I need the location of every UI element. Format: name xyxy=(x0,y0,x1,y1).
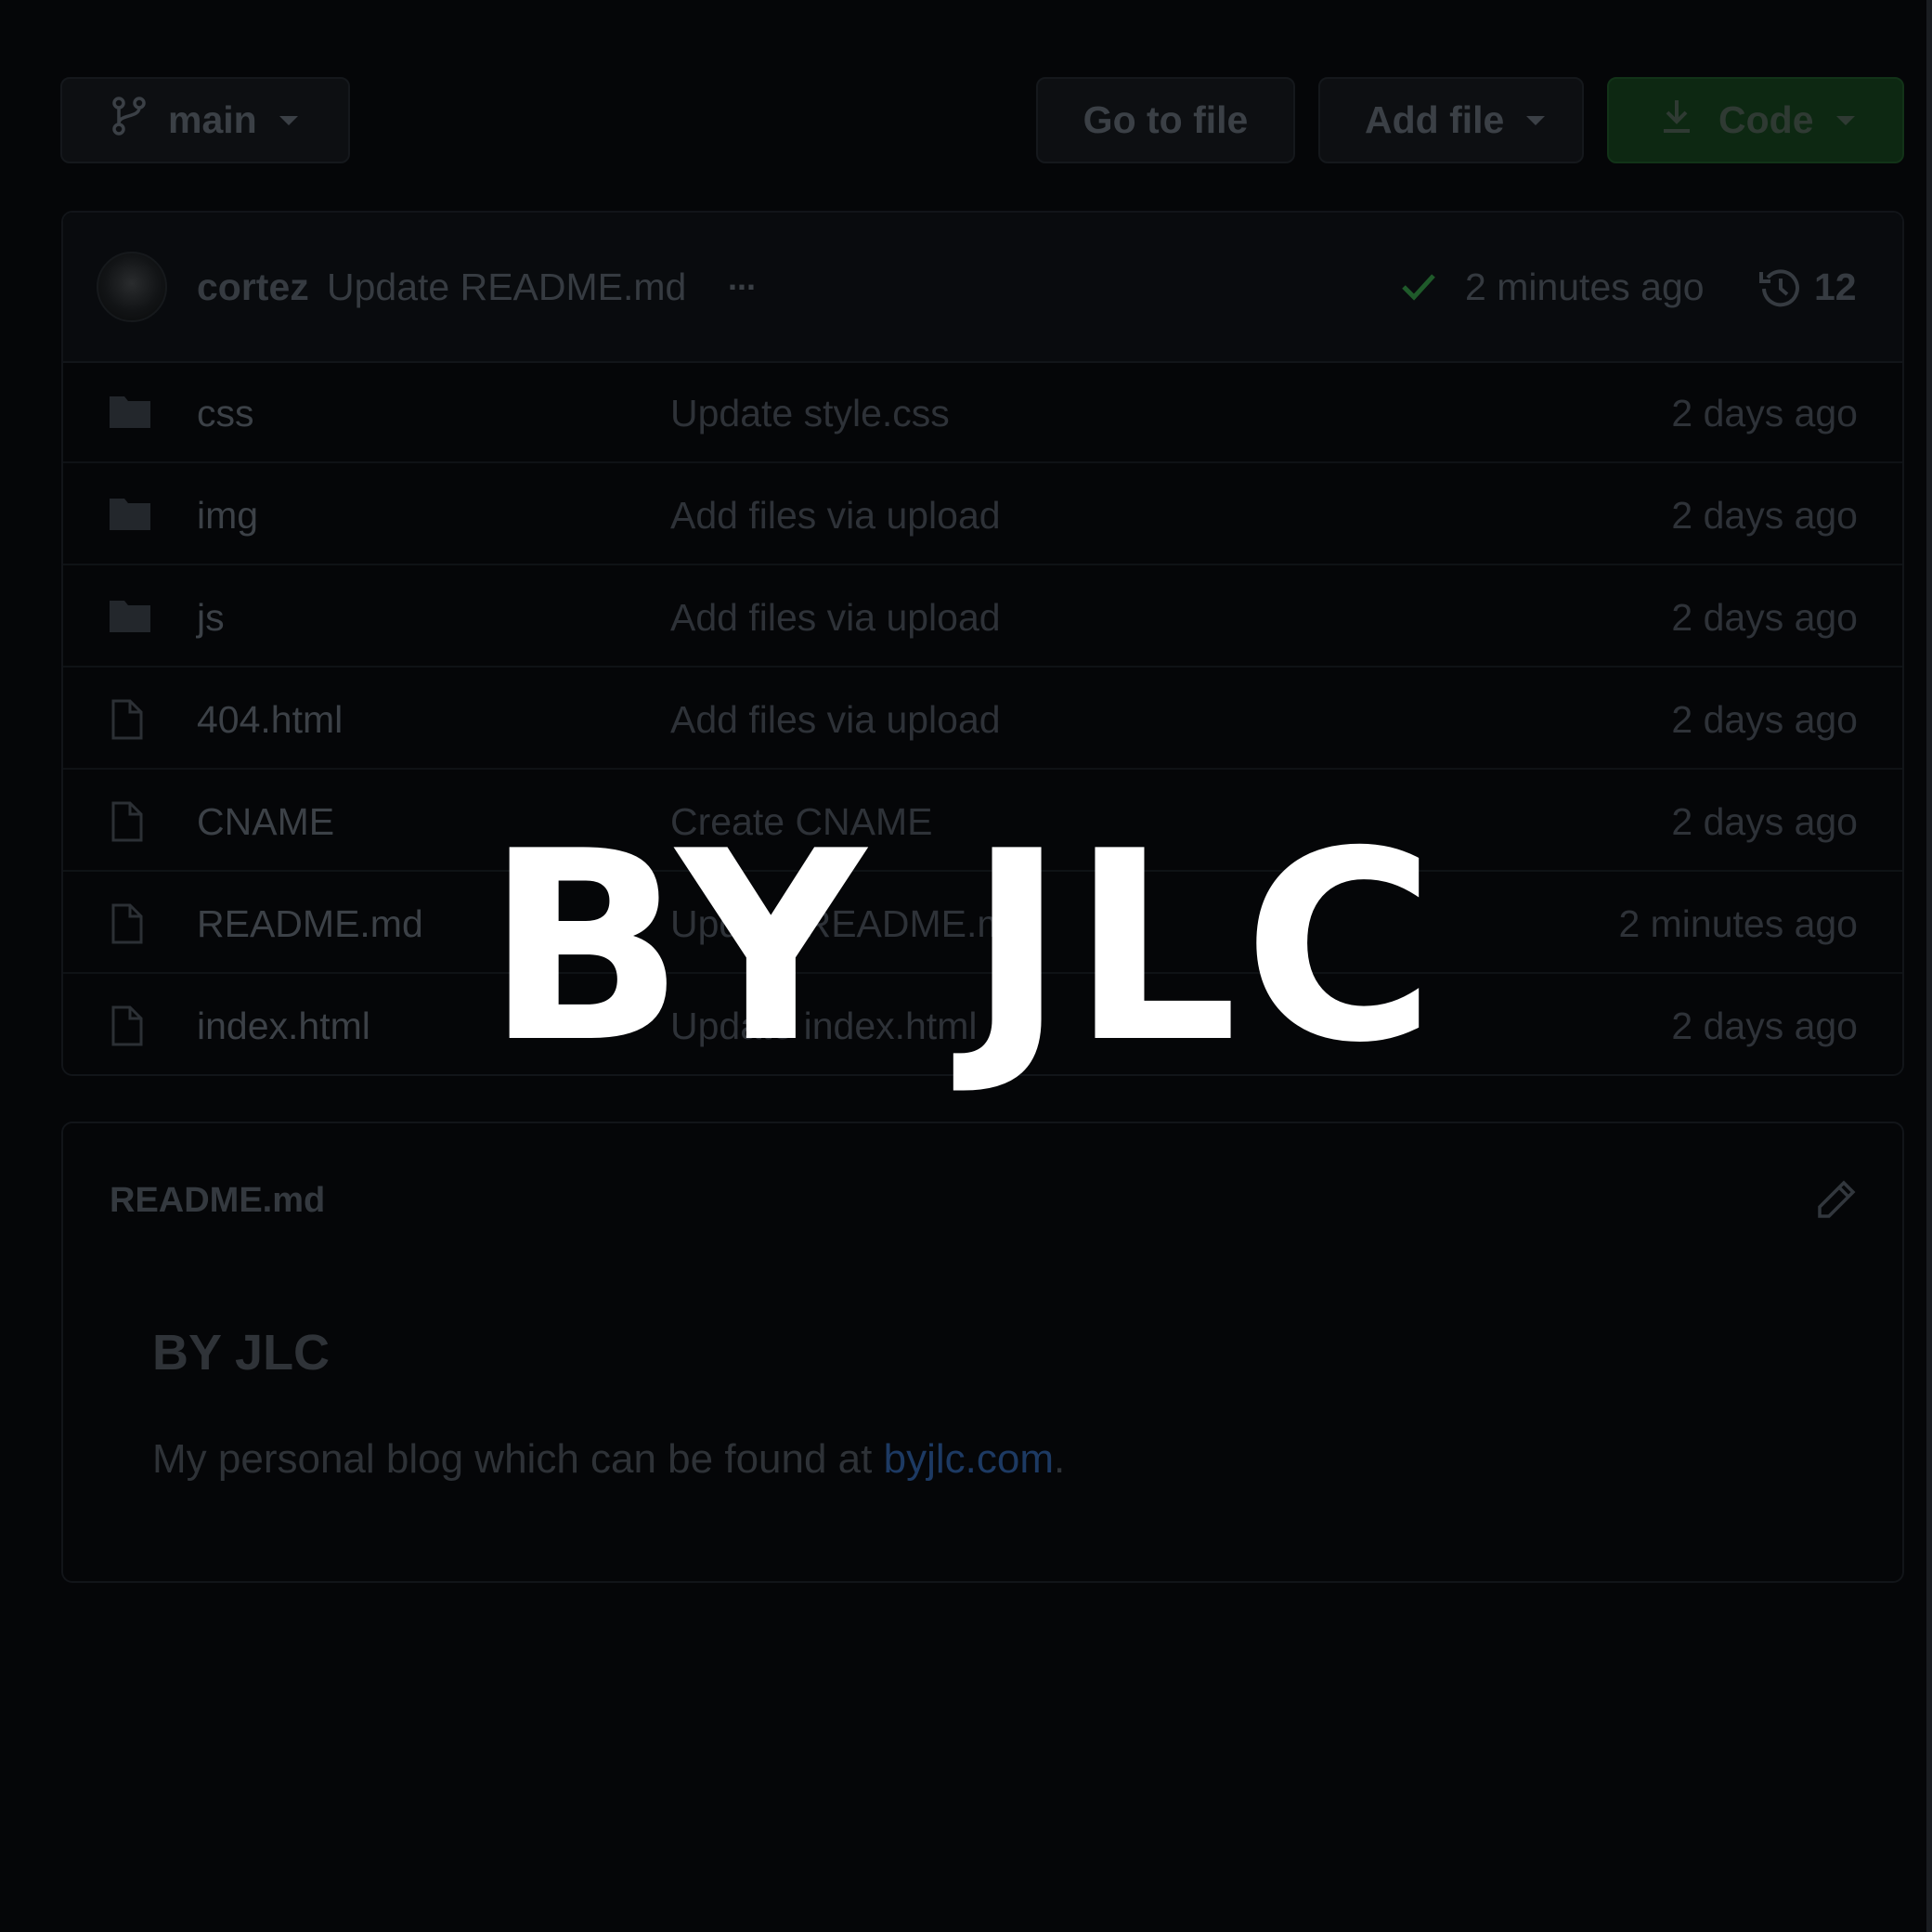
history-icon[interactable] xyxy=(1758,266,1803,314)
branch-selector-button[interactable]: main xyxy=(60,77,350,163)
file-icon xyxy=(108,699,145,745)
file-icon xyxy=(108,903,145,949)
file-commit-message[interactable]: Update README.md xyxy=(670,902,1030,946)
file-time: 2 days ago xyxy=(1671,698,1858,741)
table-row[interactable]: img Add files via upload 2 days ago xyxy=(63,463,1902,565)
download-icon xyxy=(1661,97,1692,144)
go-to-file-label: Go to file xyxy=(1083,98,1249,141)
table-row[interactable]: README.md Update README.md 2 minutes ago xyxy=(63,872,1902,974)
code-label: Code xyxy=(1718,98,1814,141)
code-button[interactable]: Code xyxy=(1607,77,1904,163)
chevron-down-icon xyxy=(1526,115,1546,125)
readme-link[interactable]: byjlc.com xyxy=(884,1436,1054,1482)
readme-heading: BY JLC xyxy=(152,1325,331,1381)
file-name[interactable]: img xyxy=(197,494,258,538)
file-list: cortez Update README.md ... 2 minutes ag… xyxy=(61,211,1904,1076)
file-time: 2 days ago xyxy=(1671,800,1858,843)
file-icon xyxy=(108,1005,145,1051)
file-commit-message[interactable]: Add files via upload xyxy=(670,698,1001,742)
table-row[interactable]: js Add files via upload 2 days ago xyxy=(63,565,1902,668)
window-edge xyxy=(1926,0,1932,1932)
chevron-down-icon xyxy=(1835,115,1855,125)
folder-icon xyxy=(108,495,152,537)
file-name[interactable]: js xyxy=(197,596,225,640)
commit-author[interactable]: cortez xyxy=(197,266,309,309)
file-time: 2 minutes ago xyxy=(1618,902,1858,945)
file-commit-message[interactable]: Update index.html xyxy=(670,1005,977,1048)
add-file-button[interactable]: Add file xyxy=(1318,77,1584,163)
commit-time[interactable]: 2 minutes ago xyxy=(1465,266,1705,309)
file-commit-message[interactable]: Add files via upload xyxy=(670,596,1001,640)
file-time: 2 days ago xyxy=(1671,392,1858,434)
file-name[interactable]: css xyxy=(197,392,254,435)
file-time: 2 days ago xyxy=(1671,596,1858,639)
file-commit-message[interactable]: Add files via upload xyxy=(670,494,1001,538)
readme-body-text: My personal blog which can be found at xyxy=(152,1436,884,1482)
commit-message[interactable]: Update README.md xyxy=(327,266,686,309)
file-name[interactable]: README.md xyxy=(197,902,423,946)
readme-panel: README.md BY JLC My personal blog which … xyxy=(61,1122,1904,1583)
table-row[interactable]: index.html Update index.html 2 days ago xyxy=(63,974,1902,1074)
add-file-label: Add file xyxy=(1365,98,1505,141)
file-name[interactable]: index.html xyxy=(197,1005,370,1048)
avatar[interactable] xyxy=(97,252,167,322)
check-icon[interactable] xyxy=(1400,270,1437,306)
pencil-icon[interactable] xyxy=(1816,1179,1857,1225)
file-name[interactable]: 404.html xyxy=(197,698,343,742)
branch-label: main xyxy=(168,98,257,141)
folder-icon xyxy=(108,393,152,434)
commit-more-button[interactable]: ... xyxy=(728,259,756,298)
table-row[interactable]: CNAME Create CNAME 2 days ago xyxy=(63,770,1902,872)
go-to-file-button[interactable]: Go to file xyxy=(1036,77,1295,163)
commit-count[interactable]: 12 xyxy=(1814,266,1857,309)
readme-body: My personal blog which can be found at b… xyxy=(152,1436,1065,1483)
table-row[interactable]: 404.html Add files via upload 2 days ago xyxy=(63,668,1902,770)
chevron-down-icon xyxy=(279,115,298,125)
file-icon xyxy=(108,801,145,847)
table-row[interactable]: css Update style.css 2 days ago xyxy=(63,361,1902,463)
file-time: 2 days ago xyxy=(1671,494,1858,537)
readme-body-suffix: . xyxy=(1053,1436,1066,1482)
file-name[interactable]: CNAME xyxy=(197,800,334,844)
file-time: 2 days ago xyxy=(1671,1005,1858,1047)
folder-icon xyxy=(108,597,152,639)
repo-page: main Go to file Add file Code cortez Upd… xyxy=(0,0,1926,1932)
file-commit-message[interactable]: Update style.css xyxy=(670,392,950,435)
file-commit-message[interactable]: Create CNAME xyxy=(670,800,933,844)
git-branch-icon xyxy=(110,96,148,146)
readme-title: README.md xyxy=(110,1181,326,1220)
latest-commit-row: cortez Update README.md ... 2 minutes ag… xyxy=(63,213,1902,363)
